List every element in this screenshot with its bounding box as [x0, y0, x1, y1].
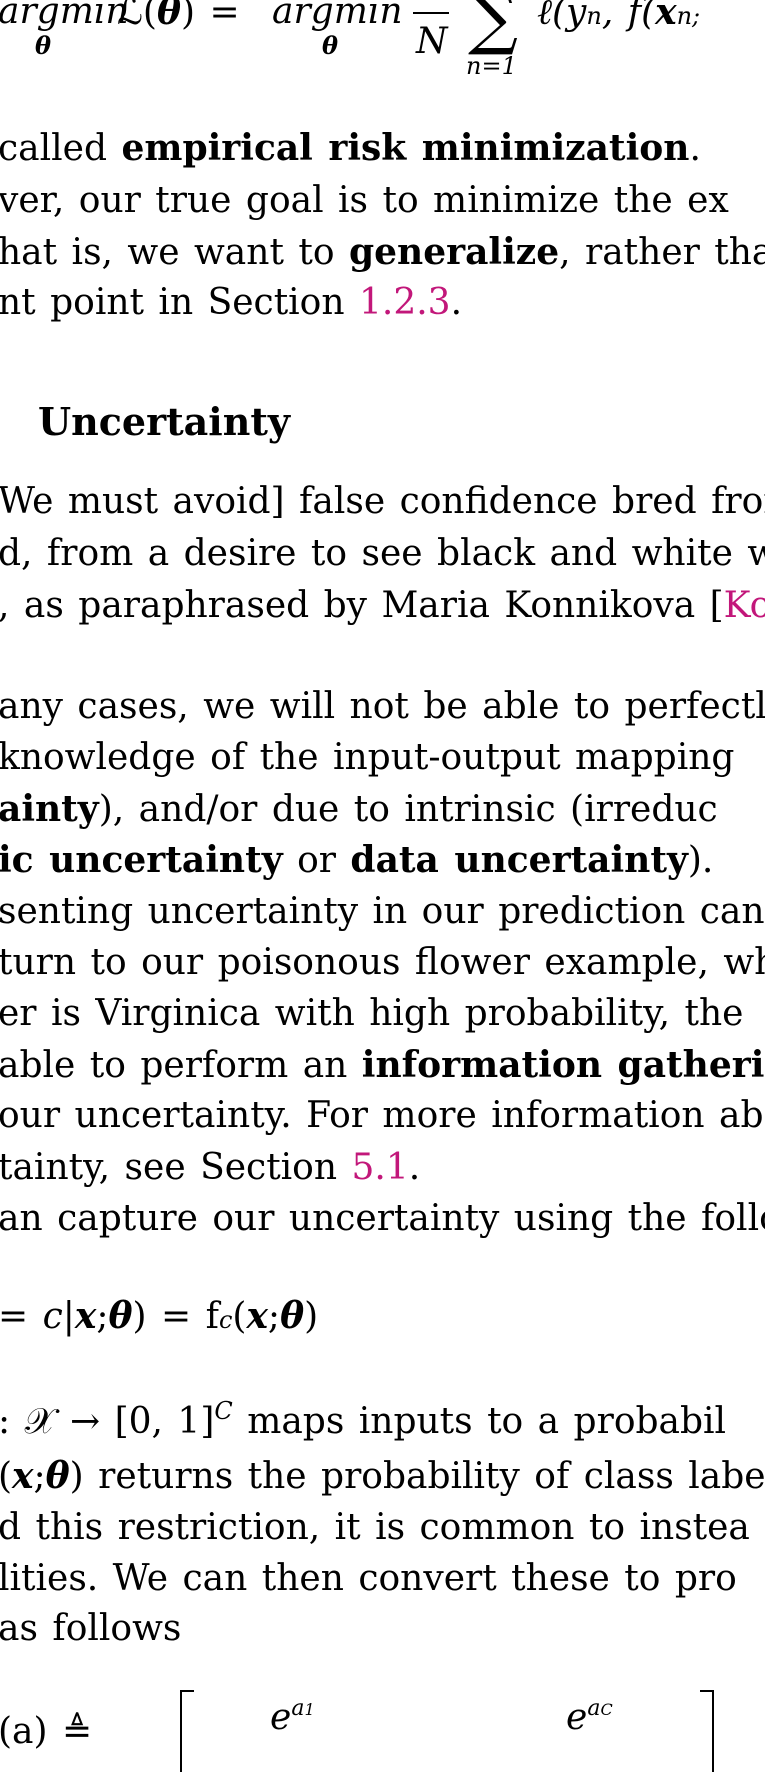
eq1-sum: ∑: [468, 0, 518, 58]
p2-line-8: able to perform an information gatheri: [0, 1044, 765, 1086]
p3-line-3: d this restriction, it is common to inst…: [0, 1507, 750, 1548]
quote-line-2: d, from a desire to see black and white …: [0, 533, 765, 574]
p3-line-5: as follows: [0, 1608, 182, 1649]
eq1-argmin: argmin: [0, 0, 129, 32]
p3-line-1: : 𝒳 → [0, 1]C maps inputs to a probabil: [0, 1397, 727, 1442]
p2-line-2: knowledge of the input-output mapping: [0, 737, 735, 778]
p2-line-1: any cases, we will not be able to perfec…: [0, 686, 765, 727]
p1-line-3: hat is, we want to generalize, rather th…: [0, 231, 765, 273]
quote-line-3: , as paraphrased by Maria Konnikova [Ko: [0, 588, 765, 624]
p2-line-3: ainty), and/or due to intrinsic (irreduc: [0, 788, 718, 830]
eq1-argmin2-sub: θ: [322, 31, 339, 60]
citation-link-konnikova[interactable]: Ko: [724, 585, 765, 626]
p3-line-2: (x;θ) returns the probability of class l…: [0, 1455, 765, 1497]
eq3-lhs: (a) ≜: [0, 1711, 93, 1752]
p1-line-2: ver, our true goal is to minimize the ex: [0, 180, 729, 221]
p1-line-1: called empirical risk minimization.: [0, 127, 701, 169]
p2-line-7: er is Virginica with high probability, t…: [0, 993, 744, 1034]
p2-line-4: ic uncertainty or data uncertainty).: [0, 839, 714, 881]
eq3-numerator-1: ea1: [270, 1696, 315, 1738]
p2-line-6: turn to our poisonous flower example, wh: [0, 942, 765, 983]
p2-line-5: senting uncertainty in our prediction ca…: [0, 891, 765, 932]
eq1-argmin-sub: θ: [35, 31, 52, 60]
p2-line-9: our uncertainty. For more information ab…: [0, 1095, 765, 1136]
equation-conditional-prob: = c|x;θ) = fc(x;θ): [0, 1295, 319, 1337]
eq3-left-bracket: [180, 1690, 194, 1772]
p1-line-4: nt point in Section 1.2.3.: [0, 282, 463, 323]
eq1-summand: ℓ(yn, f(xn;: [537, 0, 701, 33]
eq1-fraction-bar: [413, 12, 449, 14]
eq3-right-bracket: [700, 1690, 714, 1772]
section-link-5-1[interactable]: 5.1: [351, 1147, 408, 1188]
p2-line-11: an capture our uncertainty using the fol…: [0, 1198, 765, 1239]
eq1-sum-lower: n=1: [466, 52, 517, 80]
eq1-loss: ℒ(θ) =: [117, 0, 240, 33]
eq1-N: N: [416, 21, 448, 62]
p3-line-4: lities. We can then convert these to pro: [0, 1558, 737, 1599]
eq1-argmin2: argmin: [272, 0, 403, 32]
p2-line-10: tainty, see Section 5.1.: [0, 1147, 421, 1188]
quote-line-1: We must avoid] false confidence bred fro…: [0, 481, 765, 522]
eq3-numerator-C: eaC: [566, 1696, 613, 1738]
section-link-1-2-3[interactable]: 1.2.3: [359, 282, 451, 323]
section-heading-uncertainty: Uncertainty: [38, 399, 290, 444]
